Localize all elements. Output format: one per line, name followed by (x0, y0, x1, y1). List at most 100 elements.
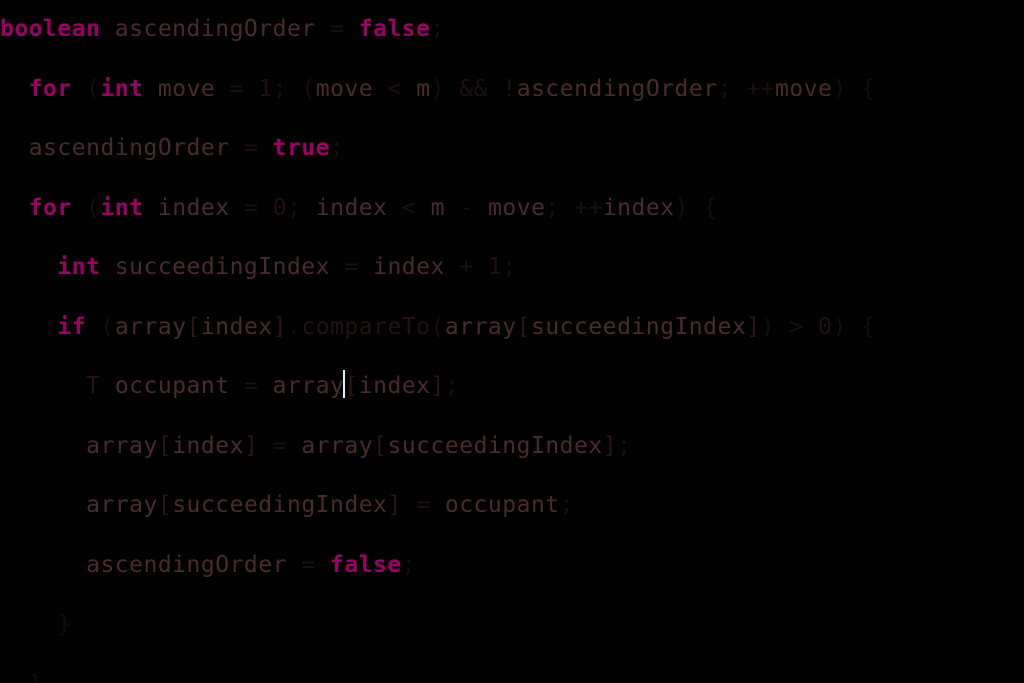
code-token-type: T (86, 373, 101, 399)
code-token-bracket: ] (602, 432, 618, 459)
code-line[interactable]: for (int index = 0; index < m - move; ++… (0, 179, 1024, 239)
code-token-punct: ( (100, 313, 115, 340)
code-token-brace: } (57, 611, 72, 637)
code-token-keyword: int (100, 194, 144, 221)
code-token-ident: move (488, 194, 546, 221)
code-line[interactable]: ascendingOrder = false; (0, 536, 1024, 596)
code-line[interactable]: } (0, 595, 1024, 655)
code-token-keyword: false (358, 16, 431, 42)
code-token-keyword: int (100, 75, 144, 102)
code-token-ident: move (315, 75, 374, 102)
code-token-ident: occupant (114, 373, 230, 399)
code-token-number: 1 (258, 75, 273, 102)
code-token-keyword: true (272, 135, 331, 161)
code-line[interactable]: for (int move = 1; (move < m) && !ascend… (0, 60, 1024, 120)
code-token-brace: { (703, 194, 718, 221)
code-token-ident: succeedingIndex (114, 254, 331, 280)
code-token-operator: = (243, 373, 259, 399)
code-token-keyword: boolean (0, 16, 101, 42)
code-token-punct: . (287, 313, 302, 340)
code-content[interactable]: boolean ascendingOrder = false; for (int… (0, 0, 1024, 683)
code-line[interactable]: T occupant = array[index]; (0, 357, 1024, 417)
code-token-bracket: ] (430, 373, 445, 399)
code-token-ident: index (157, 194, 230, 221)
code-line[interactable]: int succeedingIndex = index + 1; (0, 238, 1024, 298)
code-token-punct: ) (832, 75, 847, 102)
code-token-operator: - (459, 194, 474, 221)
code-token-operator: = (229, 75, 244, 102)
code-token-operator: = (344, 254, 359, 280)
code-token-operator: = (272, 432, 288, 459)
code-token-semicolon: ; (430, 16, 445, 42)
code-token-keyword: for (28, 194, 72, 221)
code-token-semicolon: ; (444, 373, 460, 399)
code-token-bracket: [ (344, 373, 359, 399)
code-token-bracket: [ (157, 492, 173, 518)
code-token-bracket: [ (157, 432, 173, 459)
code-token-brace: { (861, 313, 876, 340)
code-token-method: compareTo (301, 313, 431, 340)
code-token-semicolon: ; (272, 75, 302, 102)
code-line[interactable]: if (array[index].compareTo(array[succeed… (0, 298, 1024, 358)
code-token-bracket: ] (387, 492, 402, 518)
code-token-number: 1 (487, 254, 503, 280)
code-token-punct: ) (760, 313, 775, 340)
code-token-ident: succeedingIndex (387, 432, 603, 459)
code-token-semicolon: ; (401, 551, 417, 578)
code-token-bracket: [ (186, 313, 201, 340)
code-line[interactable]: ascendingOrder = true; (0, 119, 1024, 179)
code-token-ident: index (358, 373, 431, 399)
code-token-operator: ++ (574, 194, 603, 221)
code-token-operator: = (330, 16, 345, 42)
code-token-ident: index (200, 313, 273, 340)
code-token-ident: occupant (444, 492, 560, 518)
code-token-operator: < (401, 194, 417, 221)
code-token-ident: move (775, 75, 833, 102)
code-line[interactable]: array[succeedingIndex] = occupant; (0, 476, 1024, 536)
code-line[interactable]: boolean ascendingOrder = false; (0, 0, 1024, 60)
code-token-ident: array (86, 432, 158, 459)
code-token-bracket: ] (272, 313, 288, 340)
code-token-punct: ) (832, 313, 847, 340)
code-line[interactable]: array[index] = array[succeedingIndex]; (0, 417, 1024, 477)
code-token-brace: { (861, 75, 876, 102)
code-token-ident: ascendingOrder (28, 135, 230, 161)
code-line[interactable]: } (0, 655, 1024, 683)
code-editor[interactable]: boolean ascendingOrder = false; for (int… (0, 0, 1024, 683)
code-token-semicolon: ; (717, 75, 747, 102)
code-token-punct: ) (430, 75, 445, 102)
code-token-semicolon: ; (502, 254, 517, 280)
code-token-keyword: if (57, 313, 87, 340)
code-token-keyword: int (57, 254, 101, 280)
code-token-ident: array (301, 432, 374, 459)
